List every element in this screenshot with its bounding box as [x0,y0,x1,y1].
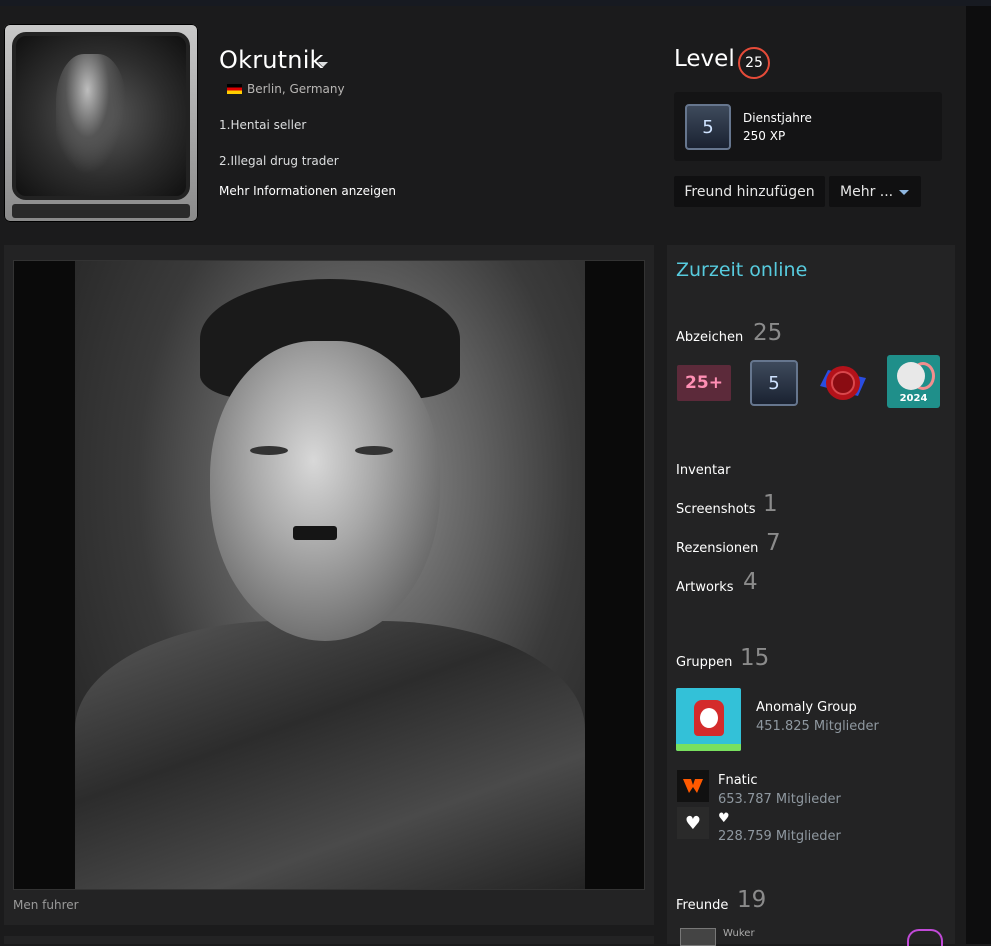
profile-location: Berlin, Germany [227,82,345,96]
years-of-service-icon: 5 [685,104,731,150]
featured-badge-title: Dienstjahre [743,111,812,125]
friends-link[interactable]: Freunde [676,898,728,913]
friends-count[interactable]: 19 [737,887,766,913]
steam-2024-badge[interactable]: 2024 [887,355,940,408]
anomaly-group-avatar[interactable] [676,688,741,751]
more-info-link[interactable]: Mehr Informationen anzeigen [219,184,396,198]
steam-2024-label: 2024 [899,393,928,404]
years-of-service-badge[interactable]: 5 [750,360,798,406]
level-25-plus-badge[interactable]: 25+ [677,365,731,401]
online-status: Zurzeit online [676,259,808,281]
featured-badge-xp: 250 XP [743,129,786,143]
persona-dropdown-icon[interactable] [318,62,328,67]
inventory-link[interactable]: Inventar [676,463,730,478]
more-actions-button[interactable]: Mehr ... [829,176,921,207]
artwork-left-eye [250,446,288,455]
screenshots-count[interactable]: 1 [763,491,778,517]
featured-badge[interactable]: 5 Dienstjahre 250 XP [674,92,942,161]
friend-avatar[interactable] [680,928,716,946]
group-members-heart: 228.759 Mitglieder [718,829,841,844]
artwork-showcase: Men fuhrer [4,245,654,925]
artworks-count[interactable]: 4 [743,569,758,595]
heart-group-avatar[interactable]: ♥ [677,807,709,839]
friend-name[interactable]: Wuker [723,928,755,939]
group-name-heart[interactable]: ♥ [718,811,730,826]
steam-logo-icon [897,362,925,390]
artwork-image[interactable] [75,261,585,889]
badges-count[interactable]: 25 [753,320,782,346]
fnatic-logo-icon[interactable] [677,770,709,802]
germany-flag-icon [227,84,242,94]
profile-sidebar: Zurzeit online Abzeichen 25 25+ 5 2024 I… [667,245,955,946]
artwork-shirt [75,621,585,889]
artwork-caption[interactable]: Men fuhrer [13,898,79,912]
groups-count[interactable]: 15 [740,645,769,671]
more-actions-label: Mehr ... [840,183,894,200]
artworks-link[interactable]: Artworks [676,580,734,595]
group-members-anomaly: 451.825 Mitglieder [756,719,879,734]
group-members-fnatic: 653.787 Mitglieder [718,792,841,807]
level-label: Level [674,46,735,72]
level-badge[interactable]: 25 [738,47,770,79]
artwork-face [210,341,440,641]
artwork-mustache [293,526,337,540]
avatar-tv-screen [12,32,190,200]
chevron-down-icon [899,190,909,195]
scrollbar-track[interactable] [966,6,991,944]
screenshots-link[interactable]: Screenshots [676,502,756,517]
group-avatar-bar [676,744,741,751]
top-nav-bar [0,0,991,6]
ghost-face-icon [700,708,718,728]
summary-line-2: 2.Illegal drug trader [219,154,339,168]
badges-link[interactable]: Abzeichen [676,330,743,345]
reviews-link[interactable]: Rezensionen [676,541,758,556]
location-text: Berlin, Germany [247,82,345,96]
friend-level-badge [907,929,943,946]
artwork-frame[interactable] [13,260,645,890]
wax-seal-icon [820,366,866,400]
groups-link[interactable]: Gruppen [676,655,732,670]
wax-seal-badge[interactable] [818,360,868,406]
add-friend-button[interactable]: Freund hinzufügen [674,176,825,207]
fnatic-mark-icon [683,779,703,793]
group-name-fnatic[interactable]: Fnatic [718,773,758,788]
persona-name[interactable]: Okrutnik [219,46,324,74]
group-name-anomaly[interactable]: Anomaly Group [756,700,857,715]
summary-line-1: 1.Hentai seller [219,118,307,132]
next-showcase [4,936,654,944]
artwork-right-eye [355,446,393,455]
profile-avatar[interactable] [4,24,198,222]
reviews-count[interactable]: 7 [766,530,781,556]
avatar-tv-stand [12,204,190,218]
heart-icon: ♥ [684,812,702,834]
avatar-figure [56,54,126,174]
